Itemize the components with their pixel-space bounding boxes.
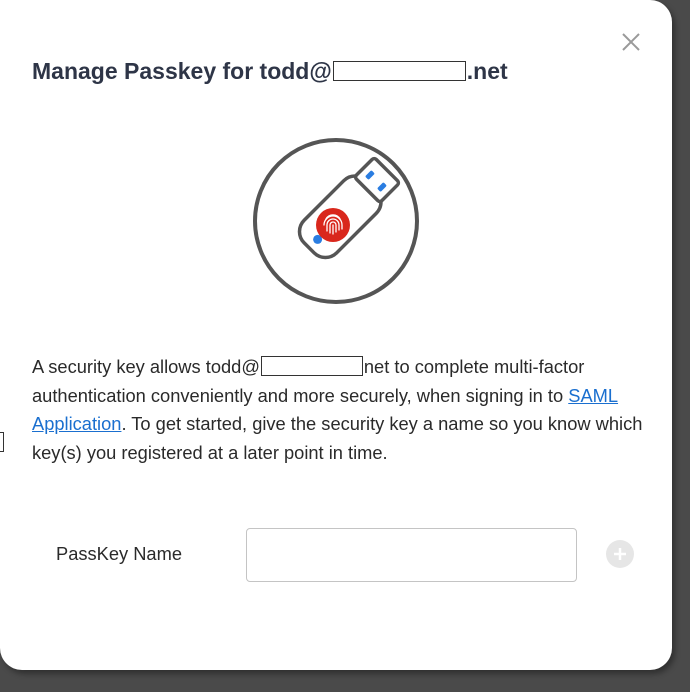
description-text: . To get started, give the security key …	[32, 413, 643, 463]
plus-circle-icon	[614, 548, 626, 560]
redacted-domain	[260, 356, 363, 377]
passkey-name-label: PassKey Name	[56, 543, 182, 564]
title-prefix: Manage Passkey for todd@	[32, 58, 332, 84]
description: A security key allows todd@ net to comple…	[32, 353, 647, 467]
description-text: A security key allows todd@	[32, 356, 260, 377]
edge-marker	[0, 432, 4, 452]
title-suffix: .net	[466, 58, 508, 84]
dialog-title: Manage Passkey for todd@ .net	[32, 58, 508, 85]
passkey-dialog: Manage Passkey for todd@ .net A security …	[0, 0, 672, 670]
usb-security-key-icon	[253, 138, 419, 304]
redacted-domain	[332, 60, 466, 81]
passkey-name-input[interactable]	[246, 528, 577, 582]
close-icon	[622, 33, 640, 51]
close-button[interactable]	[617, 28, 645, 56]
add-passkey-button[interactable]	[606, 540, 634, 568]
